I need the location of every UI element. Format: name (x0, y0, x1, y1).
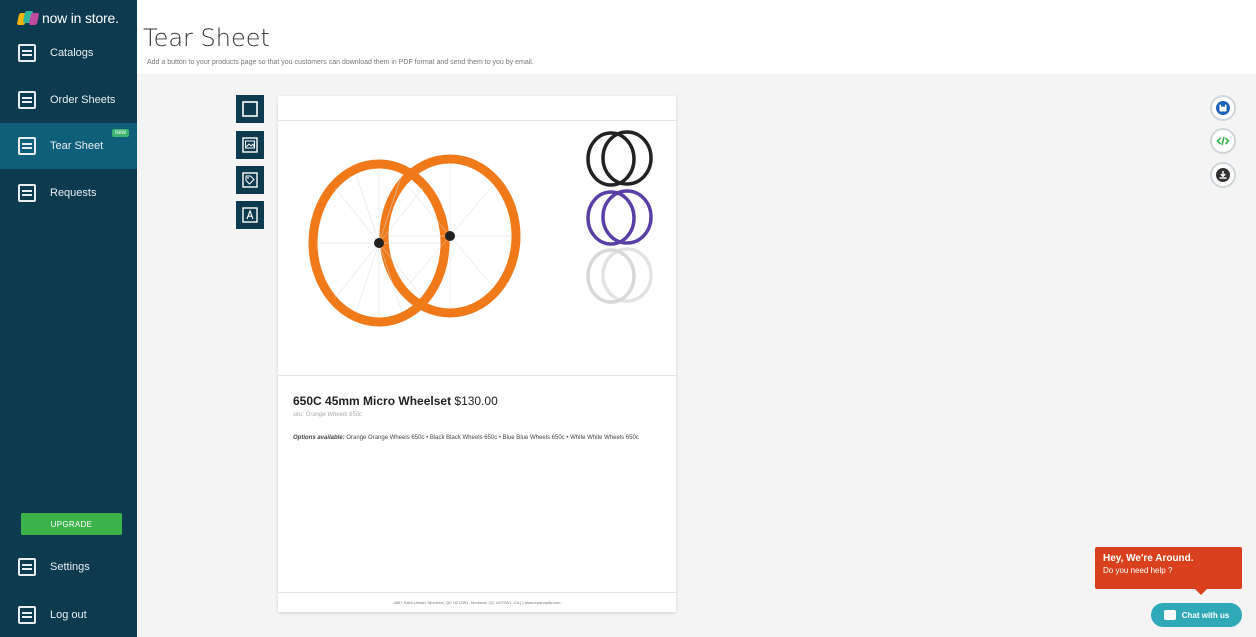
order-sheet-icon (18, 91, 36, 109)
catalog-icon (18, 44, 36, 62)
logout-icon (18, 606, 36, 624)
frame-tool-button[interactable] (236, 95, 264, 123)
chat-subtitle: Do you need help ? (1103, 566, 1173, 575)
chat-title: Hey, We're Around. (1103, 553, 1194, 564)
sidebar-item-requests[interactable]: Requests (0, 170, 137, 216)
page-subtitle: Add a button to your products page so th… (147, 59, 534, 66)
sidebar-item-label: Order Sheets (50, 94, 116, 106)
chat-button-label: Chat with us (1181, 610, 1230, 620)
sidebar-item-order-sheets[interactable]: Order Sheets (0, 77, 137, 123)
divider (278, 375, 676, 376)
tag-tool-button[interactable] (236, 166, 264, 194)
product-image[interactable] (278, 122, 676, 374)
page-title: Tear Sheet (143, 24, 270, 52)
save-icon (1216, 101, 1230, 115)
text-tool-button[interactable] (236, 201, 264, 229)
product-title[interactable]: 650C 45mm Micro Wheelset $130.00 (293, 394, 498, 408)
sidebar-item-logout[interactable]: Log out (0, 592, 137, 637)
sidebar-item-label: Tear Sheet (50, 140, 104, 152)
page-header: Tear Sheet Add a button to your products… (137, 0, 1256, 74)
tools-icon (18, 558, 36, 576)
product-name: 650C 45mm Micro Wheelset (293, 394, 452, 408)
embed-code-button[interactable] (1210, 128, 1236, 154)
sheet-header-area[interactable] (278, 96, 676, 121)
image-tool-button[interactable] (236, 131, 264, 159)
sidebar-item-label: Catalogs (50, 47, 94, 59)
sidebar-item-label: Requests (50, 187, 97, 199)
sidebar-item-catalogs[interactable]: Catalogs (0, 30, 137, 76)
product-sku: sku: Orange Wheels 650c (293, 412, 363, 418)
upgrade-button[interactable]: UPGRADE (21, 513, 122, 535)
image-tool-icon (242, 137, 258, 153)
requests-icon (18, 184, 36, 202)
frame-tool-icon (242, 101, 258, 117)
download-icon (1216, 168, 1230, 182)
sidebar: now in store. Catalogs Order Sheets Tear… (0, 0, 137, 637)
tag-tool-icon (242, 172, 258, 188)
text-tool-icon (242, 207, 258, 223)
download-button[interactable] (1210, 162, 1236, 188)
chat-with-us-button[interactable]: Chat with us (1151, 603, 1242, 627)
app-logo[interactable]: now in store. (16, 10, 119, 26)
options-label: Options available: (293, 435, 345, 441)
tear-sheet-icon (18, 137, 36, 155)
chat-prompt-bubble[interactable]: Hey, We're Around. Do you need help ? (1095, 547, 1242, 595)
logo-mark-icon (16, 11, 40, 25)
chat-icon (1163, 610, 1176, 620)
options-text: Orange Orange Wheels 650c • Black Black … (346, 435, 639, 441)
tear-sheet-preview[interactable]: 650C 45mm Micro Wheelset $130.00 sku: Or… (278, 96, 676, 612)
sidebar-item-label: Settings (50, 561, 90, 573)
product-options[interactable]: Options available: Orange Orange Wheels … (293, 433, 663, 444)
new-badge: new (111, 129, 129, 137)
sidebar-item-tear-sheet[interactable]: Tear Sheet new (0, 123, 137, 169)
sidebar-item-label: Log out (50, 609, 87, 621)
save-button[interactable] (1210, 95, 1236, 121)
sidebar-item-settings[interactable]: Settings (0, 544, 137, 590)
embed-code-icon (1216, 136, 1230, 146)
product-price: $130.00 (454, 394, 498, 408)
app-name: now in store. (42, 10, 119, 26)
sheet-footer[interactable]: 4887 Saint-Urbain, Montreal, QC H2T2W1, … (278, 592, 676, 612)
